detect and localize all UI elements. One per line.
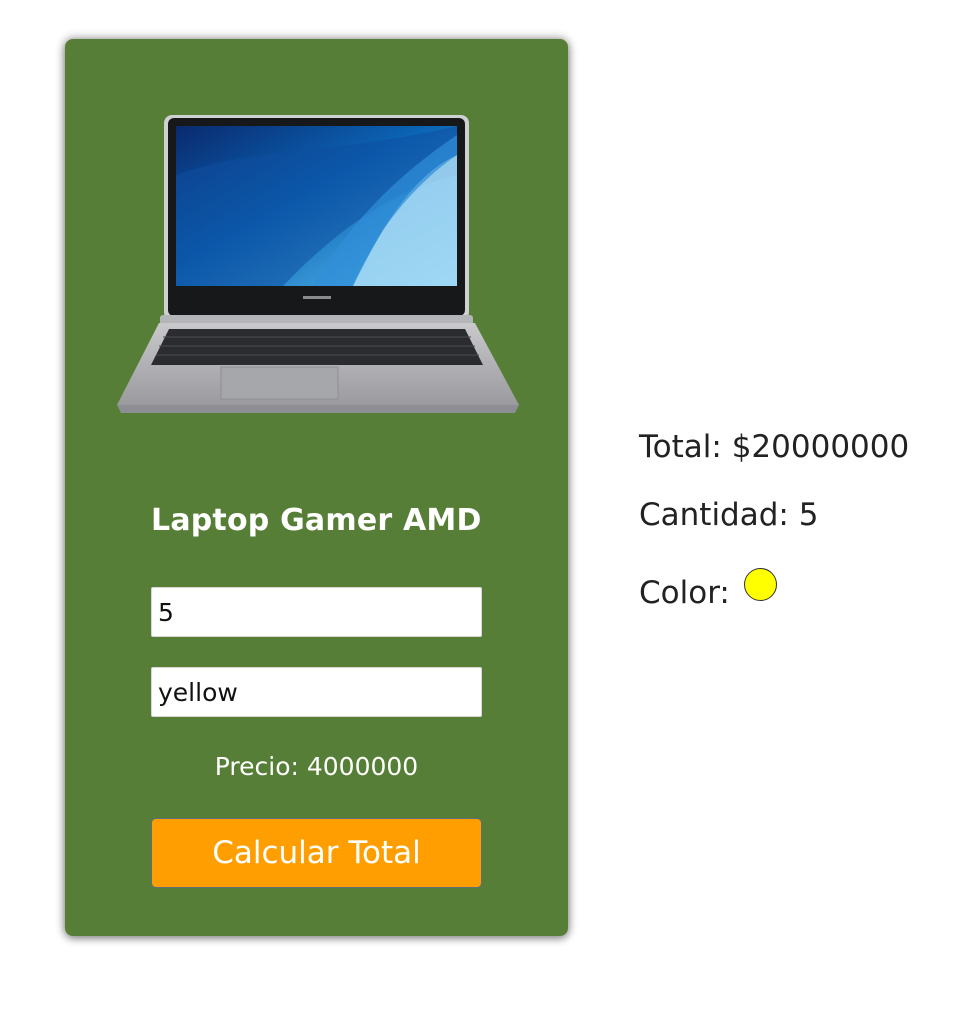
color-swatch [743,568,777,601]
page: Laptop Gamer AMD Precio: 4000000 Calcula… [0,0,961,1013]
quantity-summary: Cantidad: 5 [639,497,819,533]
total-label: Total: $20000000 [639,429,910,465]
laptop-image [117,115,519,413]
product-card: Laptop Gamer AMD Precio: 4000000 Calcula… [65,39,568,936]
quantity-input[interactable] [151,587,482,637]
price-label: Precio: 4000000 [214,752,419,781]
color-summary: Color: [639,568,777,609]
product-name: Laptop Gamer AMD [151,503,482,538]
calculate-total-button[interactable]: Calcular Total [151,818,482,888]
color-input[interactable] [151,667,482,717]
color-summary-label: Color: [639,575,730,611]
